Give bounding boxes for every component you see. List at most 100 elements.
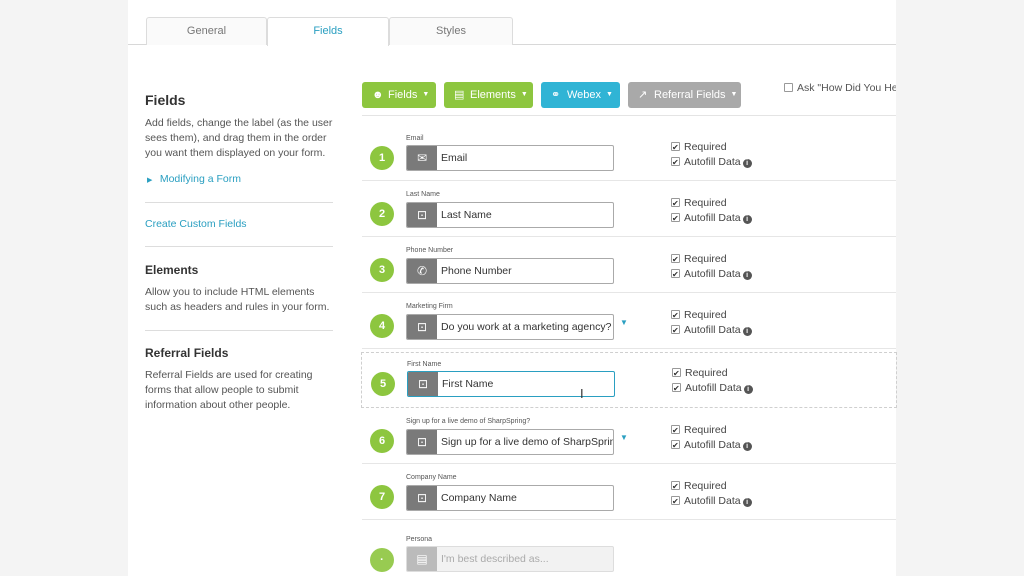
field-input[interactable]: ✆ Phone Number — [406, 258, 614, 284]
triangle-right-icon: ▶ — [147, 177, 153, 184]
field-input[interactable]: ✉ Email — [406, 145, 614, 171]
webex-dropdown-button[interactable]: ⚭ Webex ▼ — [541, 82, 620, 108]
field-order-badge: 5 — [371, 372, 395, 396]
create-custom-fields-link[interactable]: Create Custom Fields — [145, 218, 333, 230]
ask-checkbox[interactable] — [784, 83, 793, 92]
autofill-checkbox[interactable] — [671, 267, 680, 282]
autofill-label: Autofill Data — [684, 212, 741, 224]
field-label: Sign up for a live demo of SharpSpring? — [406, 418, 531, 425]
left-gutter — [0, 0, 128, 576]
field-input-text: Company Name — [441, 492, 517, 504]
user-icon: ☻ — [372, 89, 384, 101]
field-select[interactable]: ▤ I'm best described as... — [406, 546, 614, 572]
share-icon: ↗ — [638, 89, 648, 101]
modifying-form-link[interactable]: Modifying a Form — [160, 173, 241, 185]
field-row-persona[interactable]: · Persona ▤ I'm best described as... — [362, 528, 896, 576]
text-cursor-icon: I — [580, 386, 584, 401]
info-icon[interactable]: i — [743, 385, 753, 394]
tab-fields[interactable]: Fields — [267, 17, 389, 46]
fields-description: Add fields, change the label (as the use… — [145, 117, 333, 159]
info-icon[interactable]: i — [742, 215, 752, 224]
autofill-label: Autofill Data — [684, 439, 741, 451]
divider — [145, 246, 333, 247]
dropdown-arrow-icon[interactable]: ▼ — [620, 318, 628, 327]
ask-how-did-you-hear-option[interactable]: Ask "How Did You He — [784, 82, 896, 94]
field-options: Required Autofill Datai — [671, 308, 752, 338]
field-input-text: Sign up for a live demo of SharpSpring — [441, 436, 614, 448]
element-icon: ▤ — [454, 89, 465, 101]
list-icon: ▤ — [407, 547, 437, 571]
headset-icon: ⚭ — [551, 89, 561, 101]
dropdown-arrow-icon[interactable]: ▼ — [620, 433, 628, 442]
field-options: Required Autofill Datai — [671, 252, 752, 282]
autofill-checkbox[interactable] — [671, 323, 680, 338]
referral-button-label: Referral Fields — [654, 89, 726, 101]
required-label: Required — [684, 309, 727, 321]
field-input[interactable]: ⊡ Company Name — [406, 485, 614, 511]
elements-heading: Elements — [145, 263, 199, 277]
required-checkbox[interactable] — [672, 366, 681, 381]
info-icon[interactable]: i — [742, 442, 752, 451]
tab-styles[interactable]: Styles — [389, 17, 513, 45]
required-checkbox[interactable] — [671, 140, 680, 155]
required-checkbox[interactable] — [671, 308, 680, 323]
autofill-checkbox[interactable] — [671, 494, 680, 509]
field-row-last-name[interactable]: 2 Last Name ⊡ Last Name Required Autofil… — [362, 181, 896, 237]
autofill-label: Autofill Data — [684, 268, 741, 280]
required-label: Required — [684, 253, 727, 265]
info-icon[interactable]: i — [742, 159, 752, 168]
right-gutter — [896, 0, 1024, 576]
field-order-badge: 6 — [370, 429, 394, 453]
field-input-text: First Name — [442, 378, 494, 390]
info-icon[interactable]: i — [742, 327, 752, 336]
field-input-text: Last Name — [441, 209, 492, 221]
referral-description: Referral Fields are used for creating fo… — [145, 369, 313, 411]
field-select[interactable]: ⊡ Do you work at a marketing agency? — [406, 314, 614, 340]
required-checkbox[interactable] — [671, 479, 680, 494]
field-row-first-name[interactable]: 5 First Name ⊡ First Name Required Autof… — [361, 352, 897, 408]
field-options: Required Autofill Datai — [671, 423, 752, 453]
caret-down-icon: ▼ — [520, 91, 528, 99]
tab-general[interactable]: General — [146, 17, 267, 45]
autofill-checkbox[interactable] — [671, 211, 680, 226]
field-order-badge: 1 — [370, 146, 394, 170]
referral-fields-dropdown-button[interactable]: ↗ Referral Fields ▼ — [628, 82, 741, 108]
text-field-icon: ⊡ — [407, 486, 437, 510]
field-label: First Name — [407, 361, 442, 368]
autofill-label: Autofill Data — [684, 324, 741, 336]
field-order-badge: 7 — [370, 485, 394, 509]
tab-bar: General Fields Styles — [128, 17, 896, 46]
caret-down-icon: ▼ — [606, 91, 613, 99]
field-input-text: Do you work at a marketing agency? — [441, 321, 612, 333]
fields-heading: Fields — [145, 92, 186, 108]
field-row-company-name[interactable]: 7 Company Name ⊡ Company Name Required A… — [362, 464, 896, 520]
required-checkbox[interactable] — [671, 252, 680, 267]
field-label: Email — [406, 135, 424, 142]
info-icon[interactable]: i — [742, 498, 752, 507]
field-options: Required Autofill Datai — [671, 196, 752, 226]
field-input-text: I'm best described as... — [441, 553, 549, 565]
field-row-phone-number[interactable]: 3 Phone Number ✆ Phone Number Required A… — [362, 237, 896, 293]
autofill-checkbox[interactable] — [671, 438, 680, 453]
field-row-email[interactable]: 1 Email ✉ Email Required Autofill Datai — [362, 125, 896, 181]
caret-down-icon: ▼ — [422, 91, 430, 99]
field-row-marketing-firm[interactable]: 4 Marketing Firm ⊡ Do you work at a mark… — [362, 293, 896, 349]
fields-dropdown-button[interactable]: ☻ Fields ▼ — [362, 82, 436, 108]
elements-dropdown-button[interactable]: ▤ Elements ▼ — [444, 82, 533, 108]
field-row-live-demo[interactable]: 6 Sign up for a live demo of SharpSpring… — [362, 408, 896, 464]
autofill-checkbox[interactable] — [671, 155, 680, 170]
required-checkbox[interactable] — [671, 423, 680, 438]
caret-down-icon: ▼ — [730, 91, 738, 99]
fields-button-label: Fields — [388, 89, 418, 101]
field-order-badge: 3 — [370, 258, 394, 282]
info-icon[interactable]: i — [742, 271, 752, 280]
field-options: Required Autofill Datai — [671, 479, 752, 509]
field-select[interactable]: ⊡ Sign up for a live demo of SharpSpring — [406, 429, 614, 455]
required-checkbox[interactable] — [671, 196, 680, 211]
divider — [145, 202, 333, 203]
text-field-icon: ⊡ — [407, 430, 437, 454]
field-input[interactable]: ⊡ First Name — [407, 371, 615, 397]
autofill-checkbox[interactable] — [672, 381, 681, 396]
field-input[interactable]: ⊡ Last Name — [406, 202, 614, 228]
required-label: Required — [684, 424, 727, 436]
